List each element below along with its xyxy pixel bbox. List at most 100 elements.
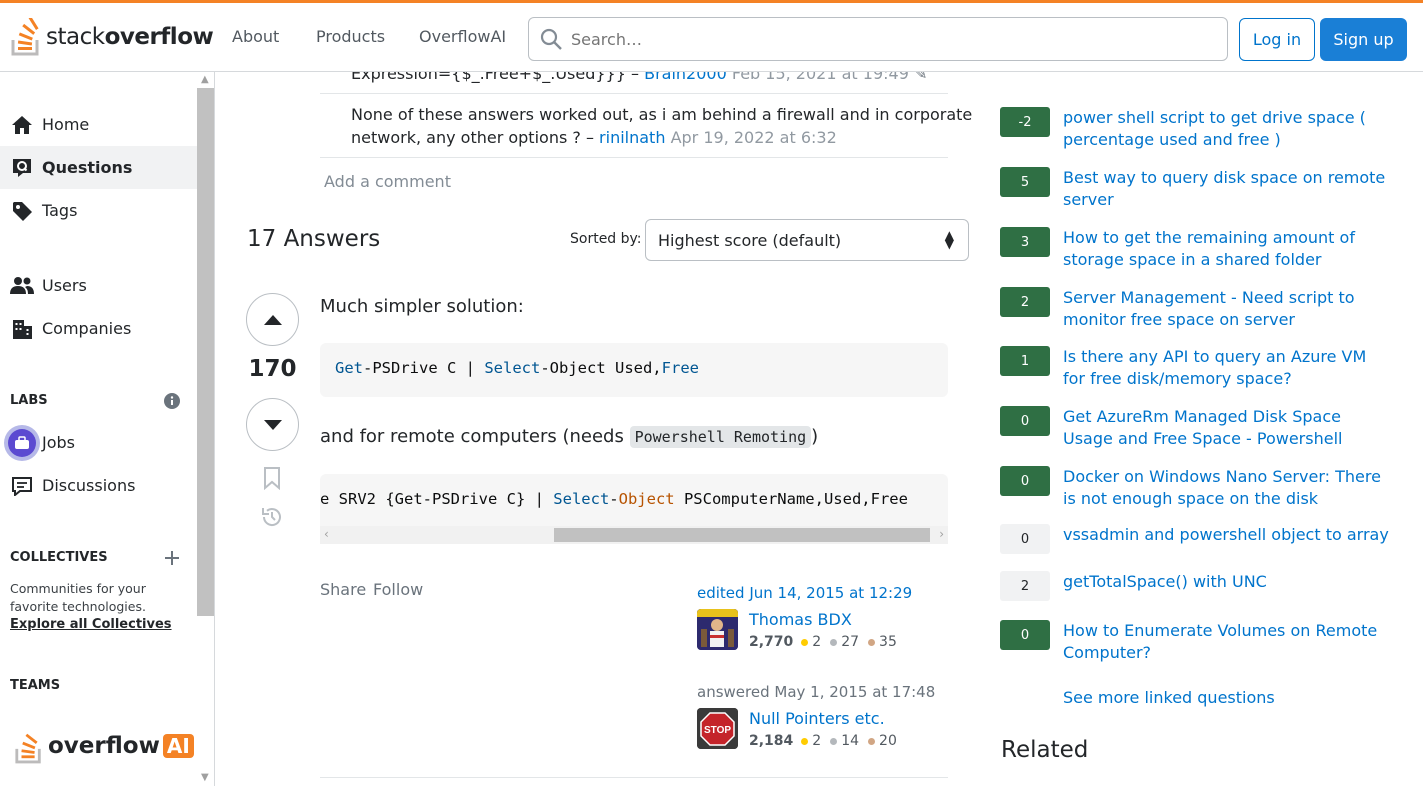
question-score-badge: 3	[1000, 227, 1050, 257]
comment-divider	[320, 93, 948, 94]
tag-icon	[10, 199, 34, 223]
linked-question-link[interactable]: vssadmin and powershell object to array	[1063, 524, 1393, 546]
question-score-badge: 2	[1000, 287, 1050, 317]
login-button[interactable]: Log in	[1239, 18, 1315, 61]
comment-2: None of these answers worked out, as i a…	[351, 103, 972, 149]
inline-code: Powershell Remoting	[629, 426, 812, 448]
linked-question-link[interactable]: Is there any API to query an Azure VM fo…	[1063, 346, 1393, 390]
stackoverflow-logo-icon	[15, 733, 41, 764]
sidebar-scroll-down-arrow[interactable]: ▼	[201, 772, 209, 783]
top-bar: stackoverflow About Products OverflowAI …	[0, 0, 1423, 72]
answer-paragraph: Much simpler solution:	[320, 296, 524, 317]
comment-user-link[interactable]: rinilnath	[599, 128, 665, 147]
companies-icon	[10, 317, 34, 341]
scrollbar-thumb[interactable]	[554, 528, 930, 542]
editor-reputation: 2,770 2 27 35	[749, 634, 897, 650]
sidebar-item-tags[interactable]: Tags	[0, 189, 197, 232]
share-link[interactable]: Share	[320, 580, 366, 599]
add-collective-icon[interactable]	[164, 550, 180, 566]
linked-question-link[interactable]: How to Enumerate Volumes on Remote Compu…	[1063, 620, 1393, 664]
sidebar-item-users[interactable]: Users	[0, 264, 197, 307]
answer-paragraph: and for remote computers (needs Powershe…	[320, 426, 819, 448]
editor-name-link[interactable]: Thomas BDX	[749, 610, 852, 629]
see-more-linked-link[interactable]: See more linked questions	[1063, 688, 1275, 707]
teams-logo-text: overflow	[48, 733, 160, 759]
author-name-link[interactable]: Null Pointers etc.	[749, 709, 885, 728]
sidebar-item-label: Tags	[42, 201, 78, 220]
explore-collectives-link[interactable]: Explore all Collectives	[10, 617, 172, 632]
sidebar-scroll-up-arrow[interactable]: ▲	[201, 74, 209, 85]
upvote-button[interactable]	[246, 293, 299, 346]
gold-badge-icon	[801, 638, 809, 646]
bronze-badge-icon	[868, 638, 876, 646]
sidebar-item-label: Questions	[42, 158, 133, 177]
search-box[interactable]	[528, 17, 1228, 61]
comment-text: None of these answers worked out, as i a…	[351, 105, 973, 124]
search-input[interactable]	[571, 29, 1171, 49]
question-score-badge: 1	[1000, 346, 1050, 376]
question-score-badge: 2	[1000, 571, 1050, 601]
nav-about[interactable]: About	[232, 27, 279, 46]
sidebar-item-companies[interactable]: Companies	[0, 307, 197, 350]
edited-link[interactable]: edited Jun 14, 2015 at 12:29	[697, 584, 912, 602]
code-horizontal-scrollbar[interactable]: ‹ ›	[320, 526, 948, 544]
code-block: Get-PSDrive C | Select-Object Used,Free	[320, 343, 948, 397]
sidebar-item-discussions[interactable]: Discussions	[0, 464, 197, 507]
avatar[interactable]: STOP	[697, 708, 738, 749]
signup-button[interactable]: Sign up	[1320, 18, 1407, 61]
stackoverflow-logo[interactable]: stackoverflow	[10, 15, 214, 59]
linked-question-link[interactable]: Best way to query disk space on remote s…	[1063, 167, 1393, 211]
sorted-by-label: Sorted by:	[570, 231, 642, 247]
question-score-badge: 0	[1000, 524, 1050, 554]
follow-button[interactable]: Follow	[373, 580, 423, 599]
jobs-icon	[4, 424, 40, 461]
answers-count-heading: 17 Answers	[247, 226, 381, 252]
arrow-down-icon	[263, 419, 282, 430]
linked-question-link[interactable]: getTotalSpace() with UNC	[1063, 571, 1393, 593]
linked-question-link[interactable]: Get AzureRm Managed Disk Space Usage and…	[1063, 406, 1393, 450]
sidebar-item-label: Home	[42, 115, 90, 134]
linked-question-link[interactable]: power shell script to get drive space ( …	[1063, 107, 1393, 151]
sidebar-item-label: Discussions	[42, 476, 136, 495]
silver-badge-icon	[830, 737, 838, 745]
nav-products[interactable]: Products	[316, 27, 385, 46]
discussions-icon	[10, 474, 34, 498]
sidebar-item-label: Jobs	[42, 433, 75, 452]
comment-time[interactable]: Apr 19, 2022 at 6:32	[671, 128, 837, 147]
linked-question-link[interactable]: How to get the remaining amount of stora…	[1063, 227, 1393, 271]
history-icon[interactable]	[260, 505, 284, 529]
labs-heading: LABS	[10, 393, 48, 408]
comment-divider	[320, 157, 948, 158]
select-caret-icon: ▲ ▼	[944, 228, 954, 251]
bronze-badge-icon	[868, 737, 876, 745]
collectives-heading: COLLECTIVES	[10, 550, 108, 565]
avatar[interactable]	[697, 609, 738, 650]
bookmark-icon[interactable]	[260, 466, 284, 490]
ai-badge: AI	[162, 734, 194, 758]
info-icon[interactable]	[164, 393, 180, 409]
sidebar-item-home[interactable]: Home	[0, 103, 197, 146]
linked-question-link[interactable]: Server Management - Need script to monit…	[1063, 287, 1393, 331]
svg-text:STOP: STOP	[704, 725, 731, 736]
sidebar-item-jobs[interactable]: Jobs	[0, 421, 197, 464]
question-score-badge: 0	[1000, 620, 1050, 650]
downvote-button[interactable]	[246, 398, 299, 451]
search-icon	[540, 28, 562, 50]
question-score-badge: 0	[1000, 406, 1050, 436]
nav-overflowai[interactable]: OverflowAI	[419, 27, 506, 46]
reputation-score: 2,770	[749, 634, 794, 650]
related-heading: Related	[1001, 737, 1089, 763]
scroll-right-arrow[interactable]: ›	[939, 527, 944, 541]
sort-select-value: Highest score (default)	[658, 230, 842, 250]
home-icon	[10, 113, 34, 137]
sidebar-scrollbar-thumb[interactable]	[197, 88, 214, 616]
scroll-left-arrow[interactable]: ‹	[324, 527, 329, 541]
sidebar-item-questions[interactable]: Questions	[0, 146, 197, 189]
sidebar-item-label: Users	[42, 276, 87, 295]
sort-select[interactable]: Highest score (default) ▲ ▼	[645, 219, 969, 261]
linked-question-link[interactable]: Docker on Windows Nano Server: There is …	[1063, 466, 1393, 510]
reputation-score: 2,184	[749, 733, 794, 749]
overflowai-teams-logo[interactable]: overflow AI	[14, 728, 194, 764]
answered-info: answered May 1, 2015 at 17:48	[697, 683, 936, 701]
add-comment-link[interactable]: Add a comment	[324, 172, 451, 191]
